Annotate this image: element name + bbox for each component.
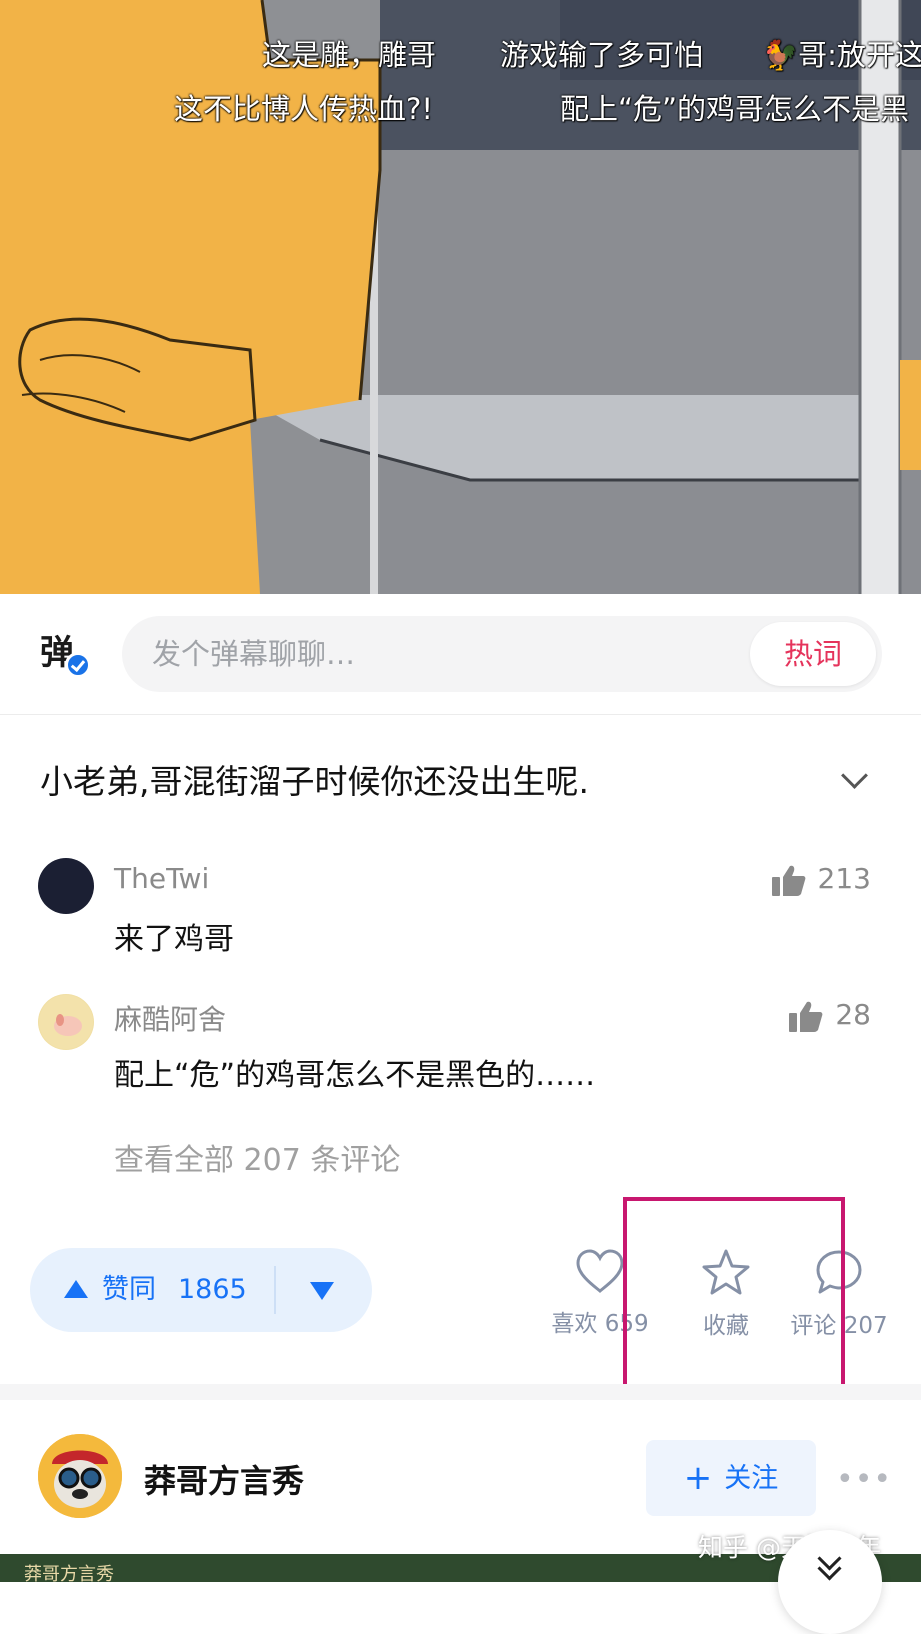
triangle-down-icon [310, 1282, 334, 1300]
downvote-button[interactable] [276, 1248, 372, 1332]
danmaku-comment: 这不比博人传热血?! [174, 92, 434, 126]
upvote-count: 1865 [178, 1274, 247, 1305]
plus-icon: + [683, 1458, 713, 1498]
comment-count: 207 [843, 1313, 888, 1339]
comment-like-count: 213 [817, 862, 871, 895]
thumbs-up-icon [771, 865, 805, 896]
video-player[interactable]: 这是雕，雕哥 游戏输了多可怕 🐓哥:放开这 这不比博人传热血?! 配上“危”的鸡… [0, 0, 921, 594]
danmaku-toggle-button[interactable]: 弹 [40, 630, 96, 678]
answer-title[interactable]: 小老弟,哥混街溜子时候你还没出生呢. [40, 755, 589, 803]
comment-item[interactable]: 麻酷阿舍 配上“危”的鸡哥怎么不是黑色的…… 28 [0, 986, 921, 1096]
author-name[interactable]: 莽哥方言秀 [144, 1456, 304, 1502]
collect-button[interactable]: 收藏 [686, 1248, 766, 1340]
comment-text: 来了鸡哥 [114, 922, 234, 957]
upvote-button[interactable]: 赞同 1865 [30, 1248, 274, 1332]
comment-author[interactable]: 麻酷阿舍 [114, 998, 226, 1038]
view-all-comments-link[interactable]: 查看全部 207 条评论 [114, 1135, 400, 1179]
danmaku-comment: 配上“危”的鸡哥怎么不是黑 [560, 92, 910, 126]
follow-button[interactable]: + 关注 [646, 1440, 816, 1516]
vote-control: 赞同 1865 [30, 1248, 372, 1332]
danmaku-bar: 弹 发个弹幕聊聊… 热词 [0, 594, 921, 715]
check-icon [65, 652, 91, 678]
avatar[interactable] [38, 994, 94, 1050]
heart-icon [576, 1249, 624, 1293]
danmaku-input-placeholder: 发个弹幕聊聊… [152, 637, 356, 671]
like-label: 喜欢 [551, 1311, 598, 1337]
like-count: 659 [604, 1311, 649, 1337]
danmaku-comment: 游戏输了多可怕 [500, 38, 704, 72]
comment-text: 配上“危”的鸡哥怎么不是黑色的…… [114, 1058, 596, 1093]
scroll-down-button[interactable] [778, 1530, 882, 1634]
collect-label: 收藏 [703, 1313, 749, 1339]
avatar-image [39, 995, 93, 1049]
danmaku-comment: 🐓哥:放开这 [762, 38, 921, 72]
avatar[interactable] [38, 858, 94, 914]
card-divider [0, 1384, 921, 1400]
thumbnail-tag: 莽哥方言秀 [24, 1564, 114, 1585]
thumbs-up-icon [789, 1001, 823, 1032]
star-icon [702, 1249, 750, 1295]
comment-like-button[interactable]: 28 [789, 998, 871, 1032]
comment-label: 评论 [790, 1313, 837, 1339]
upvote-label: 赞同 [102, 1274, 156, 1305]
comment-item[interactable]: TheTwi 来了鸡哥 213 [0, 850, 921, 960]
comment-author[interactable]: TheTwi [114, 862, 209, 895]
comment-like-count: 28 [835, 998, 871, 1031]
comment-bubble-icon [816, 1250, 862, 1294]
author-avatar[interactable] [38, 1434, 122, 1518]
chevron-down-icon[interactable] [841, 762, 868, 789]
triangle-up-icon [64, 1280, 88, 1298]
comment-button[interactable]: 评论 207 [784, 1248, 894, 1340]
danmaku-input[interactable]: 发个弹幕聊聊… 热词 [122, 616, 882, 692]
danmaku-comment: 这是雕，雕哥 [262, 38, 437, 72]
more-options-icon[interactable]: ••• [836, 1462, 892, 1497]
comment-like-button[interactable]: 213 [771, 862, 871, 896]
follow-label: 关注 [724, 1463, 779, 1494]
dog-avatar-image [38, 1434, 122, 1518]
like-button[interactable]: 喜欢 659 [540, 1248, 660, 1338]
hot-words-button[interactable]: 热词 [750, 622, 876, 686]
